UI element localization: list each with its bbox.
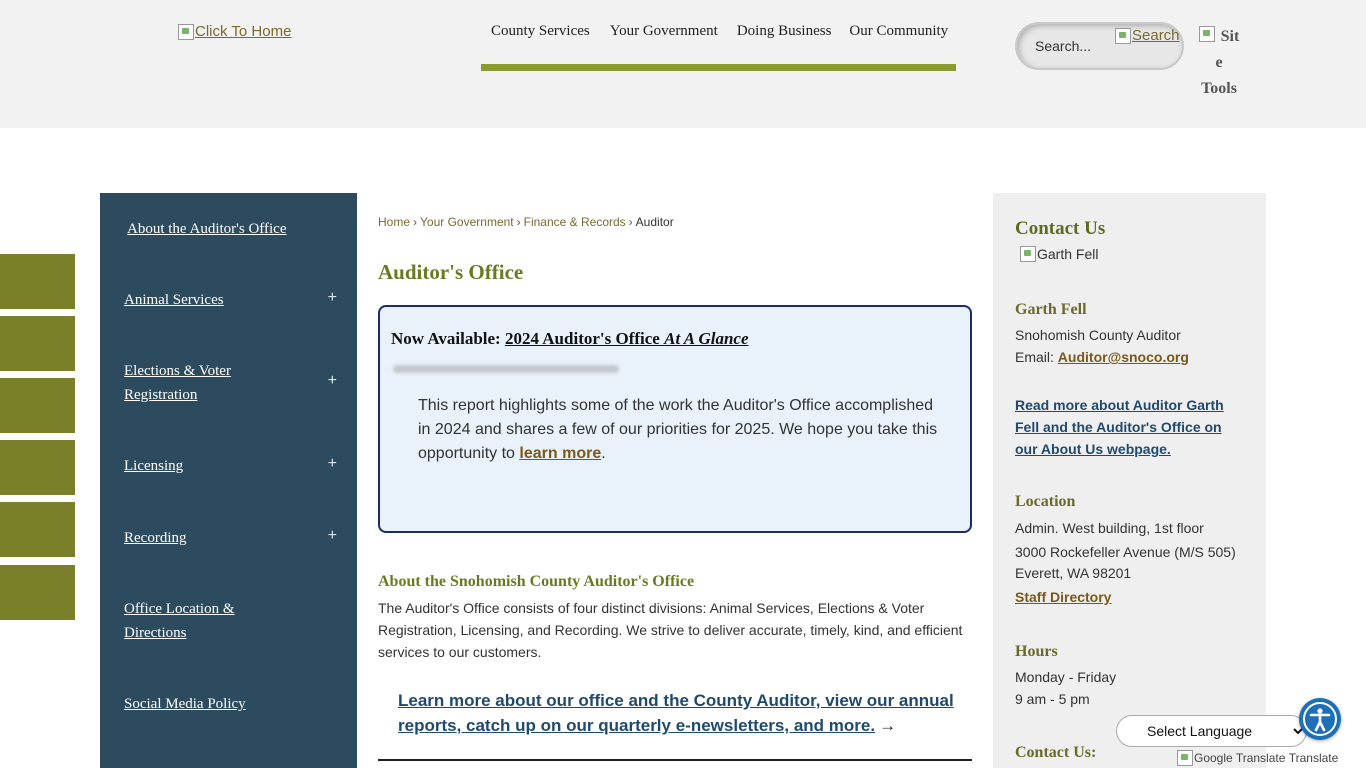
main-nav: County Services Your Government Doing Bu… — [481, 0, 956, 71]
language-select[interactable]: Select Language — [1116, 715, 1307, 747]
sidebar-item-label: Animal Services — [124, 292, 224, 308]
google-translate-attribution[interactable]: Google Translate Translate — [1177, 750, 1338, 766]
side-tab-6[interactable] — [0, 565, 75, 620]
nav-our-community[interactable]: Our Community — [849, 23, 948, 40]
expand-plus-icon[interactable]: + — [328, 286, 337, 310]
breadcrumb-separator: › — [516, 215, 521, 229]
contact-heading: Contact Us — [1015, 218, 1106, 239]
at-a-glance-link-italic: At A Glance — [664, 329, 749, 348]
sidebar-nav: About the Auditor's Office Animal Servic… — [100, 193, 357, 768]
breadcrumb: Home › Your Government › Finance & Records › A… — [378, 215, 674, 229]
auditor-role: Snohomish County Auditor — [1015, 327, 1181, 343]
callout-body-end: . — [601, 445, 606, 462]
auditor-photo: Garth Fell — [1020, 246, 1098, 262]
learn-more-link[interactable]: learn more — [519, 445, 601, 462]
expand-plus-icon[interactable]: + — [328, 369, 337, 393]
callout-prefix: Now Available: — [391, 329, 505, 348]
breadcrumb-separator: › — [628, 215, 633, 229]
sidebar-item-recording[interactable]: Recording + — [124, 526, 349, 550]
translate-label: Translate — [1288, 751, 1339, 765]
sidebar-item-label: Social Media Policy — [124, 696, 246, 712]
hours-line: 9 am - 5 pm — [1015, 691, 1090, 707]
sidebar-item-elections[interactable]: Elections & Voter Registration + — [124, 359, 349, 407]
sidebar-item-label: Elections & Voter Registration — [124, 363, 231, 403]
broken-image-icon — [178, 23, 194, 40]
section-divider — [378, 759, 972, 761]
contact-us-subheading: Contact Us: — [1015, 744, 1097, 761]
arrow-right-icon: → — [879, 716, 897, 735]
search-icon — [1115, 27, 1131, 44]
side-tab-5[interactable] — [0, 502, 75, 557]
at-a-glance-link[interactable]: 2024 Auditor's Office At A Glance — [505, 329, 749, 348]
accessibility-icon[interactable] — [1299, 698, 1341, 740]
search-input[interactable] — [1035, 35, 1120, 57]
breadcrumb-your-government[interactable]: Your Government — [420, 215, 514, 229]
logo-alt-text: Click To Home — [195, 23, 292, 40]
search-button[interactable]: Search — [1115, 27, 1180, 44]
callout-body-text: This report highlights some of the work … — [418, 397, 938, 462]
side-tab-2[interactable] — [0, 316, 75, 371]
callout-box: Now Available: 2024 Auditor's Office At … — [378, 305, 972, 533]
hours-line: Monday - Friday — [1015, 669, 1117, 685]
accessibility-figure-icon — [1303, 702, 1337, 736]
callout-heading: Now Available: 2024 Auditor's Office At … — [391, 329, 749, 349]
breadcrumb-separator: › — [413, 215, 418, 229]
contact-panel: Contact Us Garth Fell Garth Fell Snohomi… — [993, 193, 1266, 768]
search-box: Search — [1015, 22, 1184, 70]
site-tools-button[interactable]: Sit e Tools — [1197, 24, 1241, 102]
location-heading: Location — [1015, 493, 1076, 510]
blurred-line — [393, 365, 619, 373]
page-title: Auditor's Office — [378, 260, 524, 284]
sidebar-item-office-location[interactable]: Office Location & Directions — [124, 597, 349, 645]
sidebar-item-social-media[interactable]: Social Media Policy — [124, 692, 349, 716]
breadcrumb-current: Auditor — [635, 215, 674, 229]
expand-plus-icon[interactable]: + — [328, 452, 337, 476]
sidebar-item-label: Recording — [124, 530, 187, 546]
side-tab-4[interactable] — [0, 440, 75, 495]
location-line: Everett, WA 98201 — [1015, 565, 1132, 581]
location-line: 3000 Rockefeller Avenue (M/S 505) — [1015, 544, 1236, 560]
location-line: Admin. West building, 1st floor — [1015, 520, 1204, 536]
broken-image-icon — [1020, 246, 1036, 262]
site-tools-icon — [1199, 26, 1215, 42]
sidebar-item-animal-services[interactable]: Animal Services + — [124, 288, 349, 312]
sidebar-item-label: Licensing — [124, 458, 184, 474]
email-link[interactable]: Auditor@snoco.org — [1058, 349, 1189, 365]
callout-body: This report highlights some of the work … — [418, 394, 943, 466]
learn-more-cta: Learn more about our office and the Coun… — [398, 688, 958, 738]
nav-accent-bar — [481, 64, 956, 71]
breadcrumb-home[interactable]: Home — [378, 215, 410, 229]
nav-your-government[interactable]: Your Government — [610, 23, 718, 40]
breadcrumb-finance-records[interactable]: Finance & Records — [524, 215, 626, 229]
staff-directory-link[interactable]: Staff Directory — [1015, 586, 1111, 608]
nav-county-services[interactable]: County Services — [491, 23, 590, 40]
main-content: Home › Your Government › Finance & Records › A… — [378, 193, 972, 768]
about-us-link[interactable]: Read more about Auditor Garth Fell and t… — [1015, 394, 1245, 460]
nav-doing-business[interactable]: Doing Business — [737, 23, 832, 40]
email-line: Email: Auditor@snoco.org — [1015, 346, 1189, 368]
sidebar-item-licensing[interactable]: Licensing + — [124, 454, 349, 478]
search-button-label: Search — [1132, 27, 1180, 44]
hours-heading: Hours — [1015, 643, 1058, 660]
sidebar-item-about[interactable]: About the Auditor's Office — [127, 217, 352, 241]
expand-plus-icon[interactable]: + — [328, 524, 337, 548]
home-logo-link[interactable]: Click To Home — [178, 23, 291, 40]
broken-image-icon — [1177, 750, 1193, 766]
auditor-name: Garth Fell — [1015, 301, 1087, 318]
sidebar-item-label: About the Auditor's Office — [127, 221, 287, 237]
site-header: Click To Home County Services Your Gover… — [0, 0, 1366, 128]
sidebar-item-label: Office Location & Directions — [124, 601, 235, 641]
side-tab-3[interactable] — [0, 378, 75, 433]
annual-reports-link[interactable]: Learn more about our office and the Coun… — [398, 691, 954, 735]
about-heading: About the Snohomish County Auditor's Off… — [378, 573, 695, 590]
at-a-glance-link-text: 2024 Auditor's Office — [504, 329, 665, 348]
email-label: Email: — [1015, 349, 1058, 365]
side-tab-1[interactable] — [0, 254, 75, 309]
about-text: The Auditor's Office consists of four di… — [378, 600, 963, 660]
photo-alt-text: Garth Fell — [1037, 246, 1099, 262]
translate-logo-alt: Google Translate — [1194, 751, 1286, 765]
